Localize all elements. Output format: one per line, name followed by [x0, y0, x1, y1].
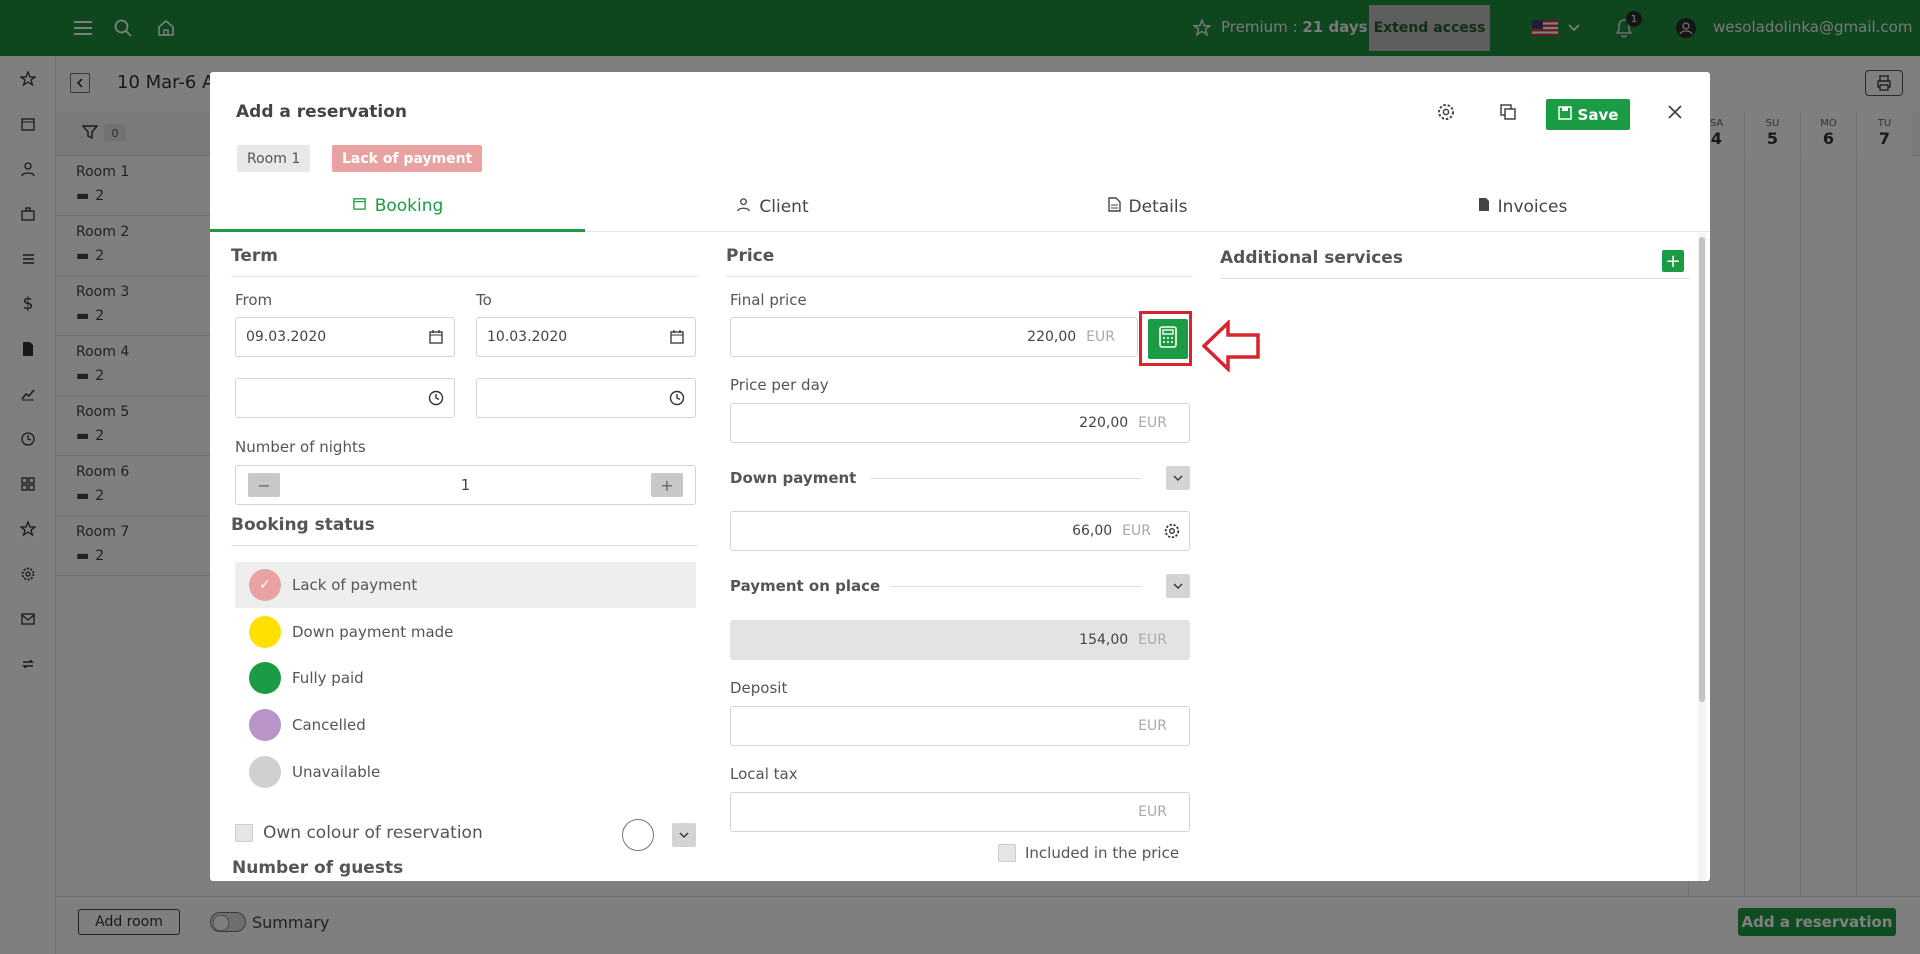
local-tax-label: Local tax — [730, 765, 798, 783]
floppy-disk-icon — [1557, 105, 1572, 124]
deposit-field[interactable]: EUR — [730, 706, 1190, 746]
divider — [890, 586, 1142, 587]
tab-booking[interactable]: Booking — [210, 182, 585, 232]
copy-icon[interactable] — [1494, 98, 1522, 126]
payment-on-place-value: 154,00 — [1079, 632, 1129, 648]
decrement-button[interactable]: − — [248, 473, 280, 497]
from-label: From — [235, 291, 273, 309]
to-time-field[interactable] — [476, 378, 696, 418]
save-label: Save — [1577, 105, 1619, 124]
tab-details[interactable]: Details — [960, 182, 1335, 232]
status-color-dot: ✓ — [249, 569, 281, 601]
scrollbar-thumb[interactable] — [1699, 237, 1705, 702]
to-label: To — [476, 291, 492, 309]
payment-on-place-label: Payment on place — [730, 577, 881, 595]
status-color-dot — [249, 709, 281, 741]
status-option-fully-paid[interactable]: Fully paid — [235, 655, 696, 701]
user-icon — [736, 197, 751, 217]
add-reservation-modal: Add a reservation Room 1 Lack of payment… — [210, 72, 1710, 881]
nights-stepper: 1 − + — [235, 465, 696, 505]
down-payment-label: Down payment — [730, 469, 857, 487]
currency-label: EUR — [1138, 632, 1167, 648]
modal-tabs: Booking Client Details Invoices — [210, 182, 1710, 232]
from-time-field[interactable] — [235, 378, 455, 418]
currency-label: EUR — [1138, 415, 1167, 431]
calculator-button[interactable] — [1148, 319, 1188, 359]
tab-label: Invoices — [1497, 197, 1568, 217]
modal-title: Add a reservation — [236, 102, 408, 122]
status-label: Lack of payment — [292, 576, 418, 594]
document-icon — [1107, 197, 1121, 217]
tab-client[interactable]: Client — [585, 182, 960, 232]
calendar-icon[interactable] — [659, 329, 695, 345]
booking-status-title: Booking status — [231, 515, 698, 546]
own-colour-label: Own colour of reservation — [263, 823, 483, 843]
term-section-title: Term — [231, 246, 698, 277]
additional-services-title: Additional services — [1220, 248, 1690, 279]
clock-icon[interactable] — [418, 390, 454, 406]
arrow-left-icon — [1201, 318, 1260, 376]
own-colour-checkbox[interactable] — [235, 824, 253, 842]
to-date-value: 10.03.2020 — [487, 329, 568, 345]
down-payment-expand-button[interactable] — [1166, 466, 1190, 490]
local-tax-field[interactable]: EUR — [730, 792, 1190, 832]
tab-label: Booking — [374, 195, 444, 216]
add-service-button[interactable]: + — [1662, 250, 1684, 272]
tab-label: Client — [759, 197, 809, 217]
settings-gear-icon[interactable] — [1432, 98, 1460, 126]
save-button[interactable]: Save — [1546, 99, 1630, 130]
status-color-dot — [249, 662, 281, 694]
price-per-day-field[interactable]: 220,00 EUR — [730, 403, 1190, 443]
invoice-icon — [1478, 197, 1490, 217]
status-label: Down payment made — [292, 623, 454, 641]
colour-dropdown-button[interactable] — [672, 823, 696, 847]
final-price-field[interactable]: 220,00 EUR — [730, 317, 1138, 357]
settings-gear-icon[interactable] — [1163, 522, 1181, 540]
clock-icon[interactable] — [659, 390, 695, 406]
status-label: Fully paid — [292, 669, 364, 687]
final-price-label: Final price — [730, 291, 807, 309]
currency-label: EUR — [1138, 718, 1167, 734]
guests-section-title: Number of guests — [232, 858, 404, 878]
tab-invoices[interactable]: Invoices — [1335, 182, 1710, 232]
tab-label: Details — [1128, 197, 1188, 217]
down-payment-value: 66,00 — [1072, 523, 1113, 539]
calendar-icon[interactable] — [418, 329, 454, 345]
from-date-value: 09.03.2020 — [246, 329, 327, 345]
price-section-title: Price — [726, 246, 1193, 277]
status-option-lack-of-payment[interactable]: ✓ Lack of payment — [235, 562, 696, 608]
nights-value[interactable]: 1 — [236, 476, 695, 494]
status-label: Cancelled — [292, 716, 366, 734]
from-date-field[interactable]: 09.03.2020 — [235, 317, 455, 357]
payment-on-place-expand-button[interactable] — [1166, 574, 1190, 598]
price-per-day-value: 220,00 — [1079, 415, 1129, 431]
deposit-label: Deposit — [730, 679, 788, 697]
calculator-icon — [1159, 326, 1177, 352]
status-chip: Lack of payment — [332, 145, 483, 172]
status-option-down-payment[interactable]: Down payment made — [235, 609, 696, 655]
price-per-day-label: Price per day — [730, 376, 829, 394]
calendar-icon — [352, 196, 367, 216]
currency-label: EUR — [1086, 329, 1115, 345]
included-in-price-label: Included in the price — [1025, 844, 1180, 862]
status-label: Unavailable — [292, 763, 381, 781]
nights-label: Number of nights — [235, 438, 366, 456]
included-in-price-checkbox[interactable] — [998, 844, 1016, 862]
status-color-dot — [249, 756, 281, 788]
currency-label: EUR — [1122, 523, 1151, 539]
increment-button[interactable]: + — [651, 473, 683, 497]
to-date-field[interactable]: 10.03.2020 — [476, 317, 696, 357]
currency-label: EUR — [1138, 804, 1167, 820]
room-chip: Room 1 — [237, 145, 311, 172]
final-price-value: 220,00 — [1027, 329, 1077, 345]
status-option-unavailable[interactable]: Unavailable — [235, 749, 696, 795]
down-payment-field[interactable]: 66,00 EUR — [730, 511, 1190, 551]
check-icon: ✓ — [259, 577, 271, 593]
status-option-cancelled[interactable]: Cancelled — [235, 702, 696, 748]
close-icon[interactable] — [1661, 98, 1689, 126]
status-color-dot — [249, 616, 281, 648]
payment-on-place-field: 154,00 EUR — [730, 620, 1190, 660]
colour-picker-swatch[interactable] — [622, 819, 654, 851]
divider — [870, 478, 1142, 479]
